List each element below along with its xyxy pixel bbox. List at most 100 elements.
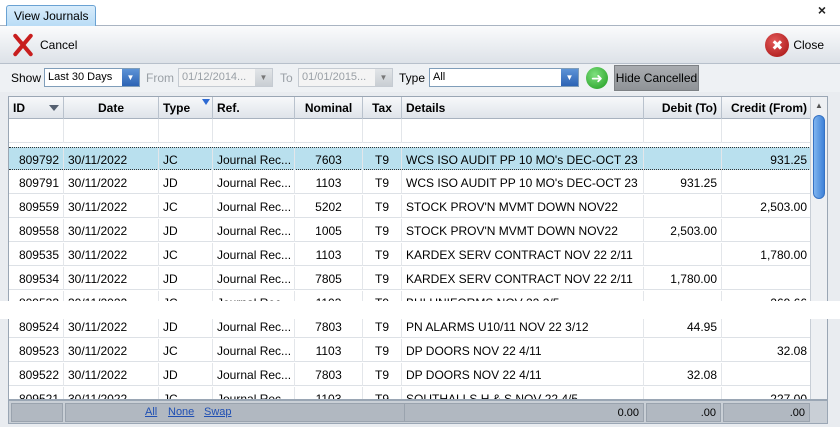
type-select[interactable]: All ▼: [429, 68, 579, 87]
cell-id: 809521: [9, 387, 64, 399]
to-date-field[interactable]: 01/01/2015... ▼: [298, 68, 393, 87]
column-header-id[interactable]: ID: [9, 97, 64, 119]
chevron-down-icon[interactable]: ▼: [255, 69, 272, 86]
filter-cell[interactable]: [213, 119, 295, 143]
filter-cell[interactable]: [722, 119, 811, 143]
cell-tax: T9: [363, 339, 402, 362]
cell-details: DP DOORS NOV 22 4/11: [402, 363, 644, 386]
table-row[interactable]: 809791 30/11/2022 JD Journal Rec... 1103 T9 WC…: [9, 171, 811, 194]
table-row[interactable]: 809523 30/11/2022 JC Journal Rec... 1103 T9 DP…: [9, 339, 811, 362]
cell-date: 30/11/2022: [64, 195, 159, 218]
column-header-details[interactable]: Details: [402, 97, 644, 119]
hide-cancelled-button[interactable]: Hide Cancelled: [614, 65, 699, 91]
filter-cell[interactable]: [9, 119, 64, 143]
cell-id: 809523: [9, 339, 64, 362]
type-select-value: All: [433, 71, 446, 83]
table-row[interactable]: 809535 30/11/2022 JC Journal Rec... 1103 T9 KA…: [9, 243, 811, 266]
cell-ref: Journal Rec...: [213, 387, 295, 399]
cell-credit: 931.25: [770, 153, 807, 167]
cell-id: 809522: [9, 363, 64, 386]
close-circle-icon: ✖: [765, 33, 790, 57]
scrollbar-thumb[interactable]: [813, 115, 825, 199]
column-header-credit[interactable]: Credit (From): [722, 97, 811, 119]
table-row[interactable]: 809522 30/11/2022 JD Journal Rec... 7803 T9 DP…: [9, 363, 811, 386]
table-row[interactable]: 809792 30/11/2022 JC Journal Rec... 7603 T9 WC…: [9, 147, 811, 171]
cell-id: 809791: [9, 171, 64, 194]
go-arrow-icon[interactable]: ➜: [586, 67, 608, 89]
cell-date: 30/11/2022: [64, 363, 159, 386]
cell-ref: Journal Rec...: [213, 148, 295, 171]
swap-selection-link[interactable]: Swap: [204, 406, 232, 418]
cell-details: DP DOORS NOV 22 4/11: [402, 339, 644, 362]
filter-cell[interactable]: [402, 119, 644, 143]
cell-debit: 2,503.00: [644, 219, 722, 242]
cell-ref: Journal Rec...: [213, 363, 295, 386]
cell-type: JC: [159, 148, 213, 171]
filter-icon[interactable]: [202, 99, 210, 105]
cell-details: WCS ISO AUDIT PP 10 MO's DEC-OCT 23: [402, 148, 644, 171]
cell-type: JD: [159, 219, 213, 242]
cell-ref: Journal Rec...: [213, 195, 295, 218]
show-select[interactable]: Last 30 Days ▼: [44, 68, 140, 87]
cell-nominal: 1103: [295, 387, 363, 399]
from-label: From: [146, 71, 174, 85]
cell-id: 809559: [9, 195, 64, 218]
cell-nominal: 5202: [295, 195, 363, 218]
filter-cell[interactable]: [644, 119, 722, 143]
scroll-up-icon[interactable]: ▲: [811, 97, 827, 113]
table-row[interactable]: 809559 30/11/2022 JC Journal Rec... 5202 T9 ST…: [9, 195, 811, 218]
chevron-down-icon[interactable]: ▼: [122, 69, 139, 86]
cell-type: JC: [159, 195, 213, 218]
cell-credit: 227.00: [770, 392, 807, 400]
cell-ref: Journal Rec...: [213, 267, 295, 290]
cell-nominal: 1103: [295, 243, 363, 266]
filter-cell[interactable]: [363, 119, 402, 143]
cell-debit: [644, 339, 722, 362]
cell-id: 809558: [9, 219, 64, 242]
tab-strip: View Journals ×: [0, 0, 840, 26]
cancel-icon: [10, 32, 36, 58]
filter-cell[interactable]: [159, 119, 213, 143]
column-header-type[interactable]: Type: [159, 97, 213, 119]
cell-details: KARDEX SERV CONTRACT NOV 22 2/11: [402, 267, 644, 290]
cancel-button[interactable]: Cancel: [10, 30, 77, 60]
select-none-link[interactable]: None: [168, 406, 194, 418]
cell-nominal: 7803: [295, 363, 363, 386]
cell-credit: 1,780.00: [760, 248, 807, 262]
close-label: Close: [793, 38, 824, 52]
cell-credit: 2,503.00: [760, 200, 807, 214]
filter-row[interactable]: [9, 119, 811, 143]
select-all-link[interactable]: All: [145, 406, 157, 418]
chevron-down-icon[interactable]: ▼: [375, 69, 392, 86]
from-date-field[interactable]: 01/12/2014... ▼: [178, 68, 273, 87]
type-label: Type: [399, 71, 426, 85]
render-gap: [0, 301, 840, 319]
cell-date: 30/11/2022: [64, 339, 159, 362]
close-button[interactable]: ✖ Close: [765, 30, 824, 60]
filter-cell[interactable]: [64, 119, 159, 143]
cell-credit: [722, 363, 811, 386]
table-row[interactable]: 809558 30/11/2022 JD Journal Rec... 1005 T9 ST…: [9, 219, 811, 242]
table-row[interactable]: 809534 30/11/2022 JD Journal Rec... 7805 T9 KA…: [9, 267, 811, 290]
cell-credit: [722, 171, 811, 194]
column-header-debit[interactable]: Debit (To): [644, 97, 722, 119]
tab-view-journals[interactable]: View Journals: [6, 5, 97, 26]
cell-details: WCS ISO AUDIT PP 10 MO's DEC-OCT 23: [402, 171, 644, 194]
column-header-ref[interactable]: Ref.: [213, 97, 295, 119]
cell-credit: [722, 219, 811, 242]
column-header-date[interactable]: Date: [64, 97, 159, 119]
cell-debit: [644, 243, 722, 266]
table-row[interactable]: 809521 30/11/2022 JC Journal Rec... 1103 T9 SO…: [9, 387, 811, 400]
grid-footer: All None Swap 0.00 .00 .00: [8, 400, 828, 424]
sort-desc-icon: [49, 105, 59, 111]
cell-tax: T9: [363, 171, 402, 194]
column-header-tax[interactable]: Tax: [363, 97, 402, 119]
close-tab-icon[interactable]: ×: [818, 2, 826, 18]
vertical-scrollbar[interactable]: ▲: [810, 97, 827, 399]
cell-id: 809535: [9, 243, 64, 266]
column-header-nominal[interactable]: Nominal: [295, 97, 363, 119]
filter-cell[interactable]: [295, 119, 363, 143]
cell-tax: T9: [363, 267, 402, 290]
cell-debit: [644, 148, 722, 171]
chevron-down-icon[interactable]: ▼: [561, 69, 578, 86]
